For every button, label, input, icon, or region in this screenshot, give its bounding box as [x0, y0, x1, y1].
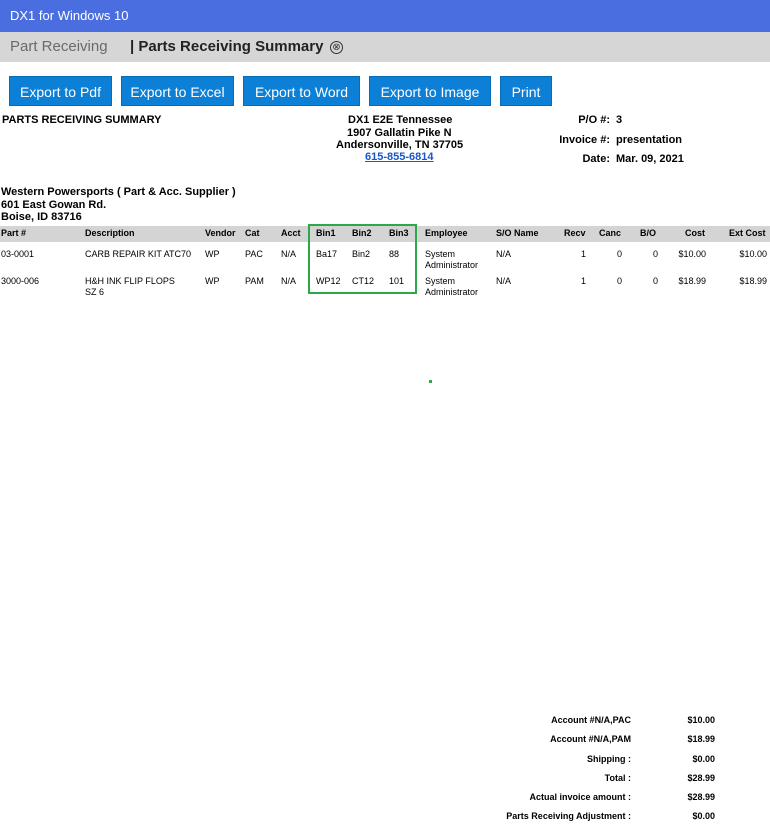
supplier-street: 601 East Gowan Rd. — [1, 199, 107, 211]
summary-value: $0.00 — [692, 754, 715, 764]
cell-acct: N/A — [281, 276, 297, 286]
col-employee: Employee — [425, 228, 468, 238]
col-part: Part # — [1, 228, 27, 238]
window-title: DX1 for Windows 10 — [10, 8, 129, 23]
summary-label: Account #N/A,PAC — [551, 715, 631, 725]
cell-ext-cost: $10.00 — [739, 249, 767, 259]
dealer-city: Andersonville, TN 37705 — [336, 139, 464, 151]
bin-columns-highlight — [308, 224, 417, 294]
summary-value: $28.99 — [687, 773, 715, 783]
cell-so-name: N/A — [496, 249, 512, 259]
window-titlebar: DX1 for Windows 10 — [0, 0, 770, 32]
cell-ext-cost: $18.99 — [739, 276, 767, 286]
cell-recv: 1 — [580, 276, 586, 286]
cell-part: 03-0001 — [1, 249, 35, 259]
summary-value: $18.99 — [687, 734, 715, 744]
cell-so-name: N/A — [496, 276, 512, 286]
col-bo: B/O — [640, 228, 657, 238]
cell-part: 3000-006 — [1, 276, 40, 286]
close-icon[interactable]: ⊗ — [330, 41, 343, 54]
col-vendor: Vendor — [205, 228, 236, 238]
cell-acct: N/A — [281, 249, 297, 259]
cell-cost: $10.00 — [678, 249, 706, 259]
export-pdf-button[interactable]: Export to Pdf — [9, 76, 112, 106]
dealer-phone-link[interactable]: 615-855-6814 — [365, 151, 434, 163]
dealer-name: DX1 E2E Tennessee — [348, 114, 453, 126]
tab-parts-receiving-summary[interactable]: | Parts Receiving Summary — [130, 32, 323, 62]
cell-employee-line2: Administrator — [425, 287, 479, 297]
summary-label: Parts Receiving Adjustment : — [506, 811, 631, 821]
col-canc: Canc — [599, 228, 622, 238]
cell-recv: 1 — [580, 249, 586, 259]
cursor-marker — [429, 380, 432, 383]
cell-vendor: WP — [205, 276, 220, 286]
summary-label: Account #N/A,PAM — [550, 734, 631, 744]
invoice-label: Invoice #: — [559, 134, 610, 146]
cell-bo: 0 — [652, 276, 658, 286]
tab-part-receiving[interactable]: Part Receiving — [10, 32, 108, 62]
cell-cost: $18.99 — [678, 276, 706, 286]
cell-canc: 0 — [616, 249, 622, 259]
col-so-name: S/O Name — [496, 228, 539, 238]
col-recv: Recv — [564, 228, 586, 238]
summary-label: Actual invoice amount : — [529, 792, 631, 802]
col-ext-cost: Ext Cost — [729, 228, 766, 238]
col-cat: Cat — [245, 228, 260, 238]
export-word-button[interactable]: Export to Word — [243, 76, 360, 106]
cell-employee: System — [425, 249, 456, 259]
tab-bar: Part Receiving | Parts Receiving Summary… — [0, 32, 770, 62]
supplier-name: Western Powersports ( Part & Acc. Suppli… — [1, 186, 236, 198]
cell-description: H&H INK FLIP FLOPS — [85, 276, 175, 286]
summary-label: Total : — [604, 773, 631, 783]
export-excel-button[interactable]: Export to Excel — [121, 76, 234, 106]
po-label: P/O #: — [578, 114, 610, 126]
col-description: Description — [85, 228, 135, 238]
cell-employee: System — [425, 276, 456, 286]
cell-canc: 0 — [616, 276, 622, 286]
cell-cat: PAC — [245, 249, 263, 259]
summary-label: Shipping : — [587, 754, 631, 764]
export-image-button[interactable]: Export to Image — [369, 76, 491, 106]
summary-value: $10.00 — [687, 715, 715, 725]
po-value: 3 — [616, 114, 623, 126]
col-acct: Acct — [281, 228, 301, 238]
cell-description: CARB REPAIR KIT ATC70 — [85, 249, 192, 259]
cell-vendor: WP — [205, 249, 220, 259]
invoice-value: presentation — [616, 134, 683, 146]
cell-description-line2: SZ 6 — [85, 287, 105, 297]
date-value: Mar. 09, 2021 — [616, 153, 684, 165]
cell-bo: 0 — [652, 249, 658, 259]
report-title: PARTS RECEIVING SUMMARY — [2, 114, 162, 126]
cell-cat: PAM — [245, 276, 264, 286]
cell-employee-line2: Administrator — [425, 260, 479, 270]
col-cost: Cost — [685, 228, 705, 238]
dealer-street: 1907 Gallatin Pike N — [347, 127, 452, 139]
summary-value: $28.99 — [687, 792, 715, 802]
print-button[interactable]: Print — [500, 76, 552, 106]
supplier-city: Boise, ID 83716 — [1, 211, 82, 223]
date-label: Date: — [582, 153, 610, 165]
summary-value: $0.00 — [692, 811, 715, 821]
